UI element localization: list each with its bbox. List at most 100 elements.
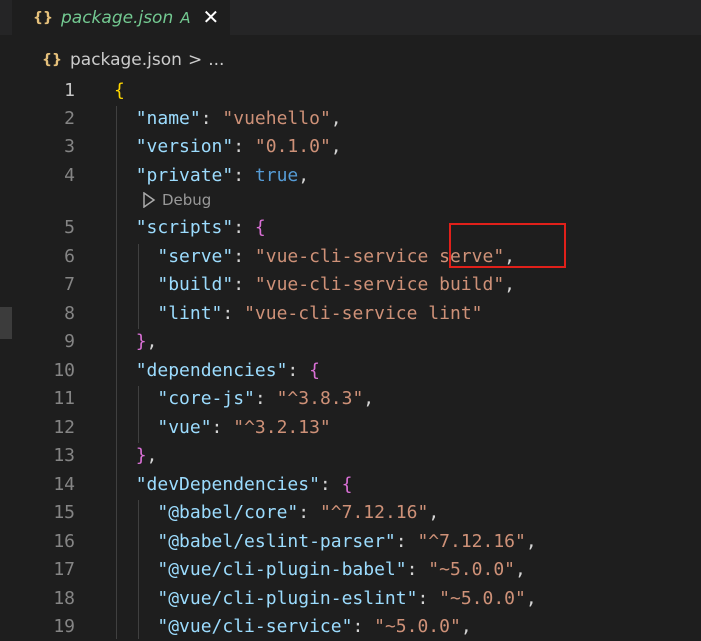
indent-guide: [138, 244, 139, 329]
code-text: "@vue/cli-plugin-eslint": "~5.0.0",: [114, 585, 537, 613]
code-token: {: [114, 80, 125, 101]
code-line[interactable]: 12 "vue": "^3.2.13": [0, 414, 701, 442]
code-line[interactable]: 4 "private": true,: [0, 162, 701, 190]
code-line[interactable]: 6 "serve": "vue-cli-service serve",: [0, 243, 701, 271]
code-token: "@vue/cli-service": [157, 616, 353, 637]
code-line[interactable]: 17 "@vue/cli-plugin-babel": "~5.0.0",: [0, 556, 701, 584]
code-line[interactable]: 10 "dependencies": {: [0, 357, 701, 385]
code-line[interactable]: 11 "core-js": "^3.8.3",: [0, 385, 701, 413]
code-token: :: [254, 388, 277, 409]
tab-label: package.json: [61, 7, 174, 28]
line-number: 19: [53, 616, 75, 637]
line-number: 18: [53, 588, 75, 609]
code-token: ,: [330, 136, 342, 157]
breadcrumb-more[interactable]: ...: [208, 50, 224, 70]
line-number: 8: [64, 303, 75, 324]
indent-guide: [116, 106, 117, 639]
highlight-annotation: [449, 223, 566, 268]
code-token: :: [395, 531, 418, 552]
line-number: 14: [53, 474, 75, 495]
code-token: ,: [525, 531, 537, 552]
code-token: ,: [525, 588, 537, 609]
code-line[interactable]: 7 "build": "vue-cli-service build",: [0, 271, 701, 299]
code-line[interactable]: 19 "@vue/cli-service": "~5.0.0",: [0, 613, 701, 641]
code-token: "scripts": [135, 217, 234, 238]
code-text: "@vue/cli-service": "~5.0.0",: [114, 613, 471, 641]
code-token: ,: [330, 108, 342, 129]
line-number: 12: [53, 417, 75, 438]
debug-codelens[interactable]: Debug: [142, 189, 211, 211]
code-line[interactable]: 15 "@babel/core": "^7.12.16",: [0, 499, 701, 527]
code-token: :: [233, 217, 255, 238]
line-number: 4: [64, 165, 75, 186]
code-line[interactable]: 16 "@babel/eslint-parser": "^7.12.16",: [0, 528, 701, 556]
tab-package-json[interactable]: {} package.json A ✕: [12, 0, 230, 35]
code-token: "^3.8.3": [276, 388, 364, 409]
code-token: ,: [363, 388, 375, 409]
close-icon[interactable]: ✕: [203, 0, 220, 35]
breadcrumb-file[interactable]: package.json: [70, 50, 182, 70]
code-text: "@babel/eslint-parser": "^7.12.16",: [114, 528, 537, 556]
code-token: "vue-cli-service build": [254, 274, 505, 295]
code-token: "dependencies": [135, 360, 288, 381]
code-token: ,: [504, 274, 515, 295]
code-line[interactable]: 2 "name": "vuehello",: [0, 105, 701, 133]
code-line[interactable]: 1{: [0, 77, 701, 105]
line-number: 6: [64, 246, 75, 267]
code-token: :: [319, 474, 342, 495]
code-token: :: [352, 616, 375, 637]
code-token: "~5.0.0": [428, 559, 515, 580]
code-line[interactable]: 13 },: [0, 442, 701, 470]
code-token: "private": [135, 165, 234, 186]
line-number: 3: [64, 136, 75, 157]
code-token: "@babel/core": [157, 502, 299, 523]
line-number: 5: [64, 217, 75, 238]
code-token: :: [406, 559, 429, 580]
code-token: ,: [146, 331, 158, 352]
code-line[interactable]: 14 "devDependencies": {: [0, 471, 701, 499]
code-line[interactable]: 9 },: [0, 328, 701, 356]
code-token: :: [222, 303, 245, 324]
code-token: "~5.0.0": [374, 616, 461, 637]
indent-guide: [138, 500, 139, 639]
code-text: "name": "vuehello",: [114, 105, 342, 133]
code-line[interactable]: 5 "scripts": {: [0, 214, 701, 242]
code-token: :: [287, 360, 310, 381]
line-number: 9: [64, 331, 75, 352]
code-text: "vue": "^3.2.13": [114, 414, 330, 442]
code-token: ,: [515, 559, 526, 580]
code-token: "~5.0.0": [439, 588, 526, 609]
line-number: 11: [53, 388, 75, 409]
line-number: 2: [64, 108, 75, 129]
code-text: "core-js": "^3.8.3",: [114, 385, 374, 413]
code-line[interactable]: 8 "lint": "vue-cli-service lint": [0, 300, 701, 328]
code-token: "@vue/cli-plugin-babel": [157, 559, 407, 580]
code-token: "0.1.0": [254, 136, 331, 157]
line-number: 7: [64, 274, 75, 295]
line-number: 1: [64, 80, 75, 101]
code-text: "@vue/cli-plugin-babel": "~5.0.0",: [114, 556, 526, 584]
code-token: :: [233, 136, 255, 157]
code-line[interactable]: 18 "@vue/cli-plugin-eslint": "~5.0.0",: [0, 585, 701, 613]
code-token: "vue-cli-service lint": [244, 303, 483, 324]
code-line[interactable]: 3 "version": "0.1.0",: [0, 133, 701, 161]
code-text: "version": "0.1.0",: [114, 133, 342, 161]
code-token: "@vue/cli-plugin-eslint": [157, 588, 418, 609]
git-status-badge: A: [180, 8, 191, 27]
line-number: 10: [53, 360, 75, 381]
